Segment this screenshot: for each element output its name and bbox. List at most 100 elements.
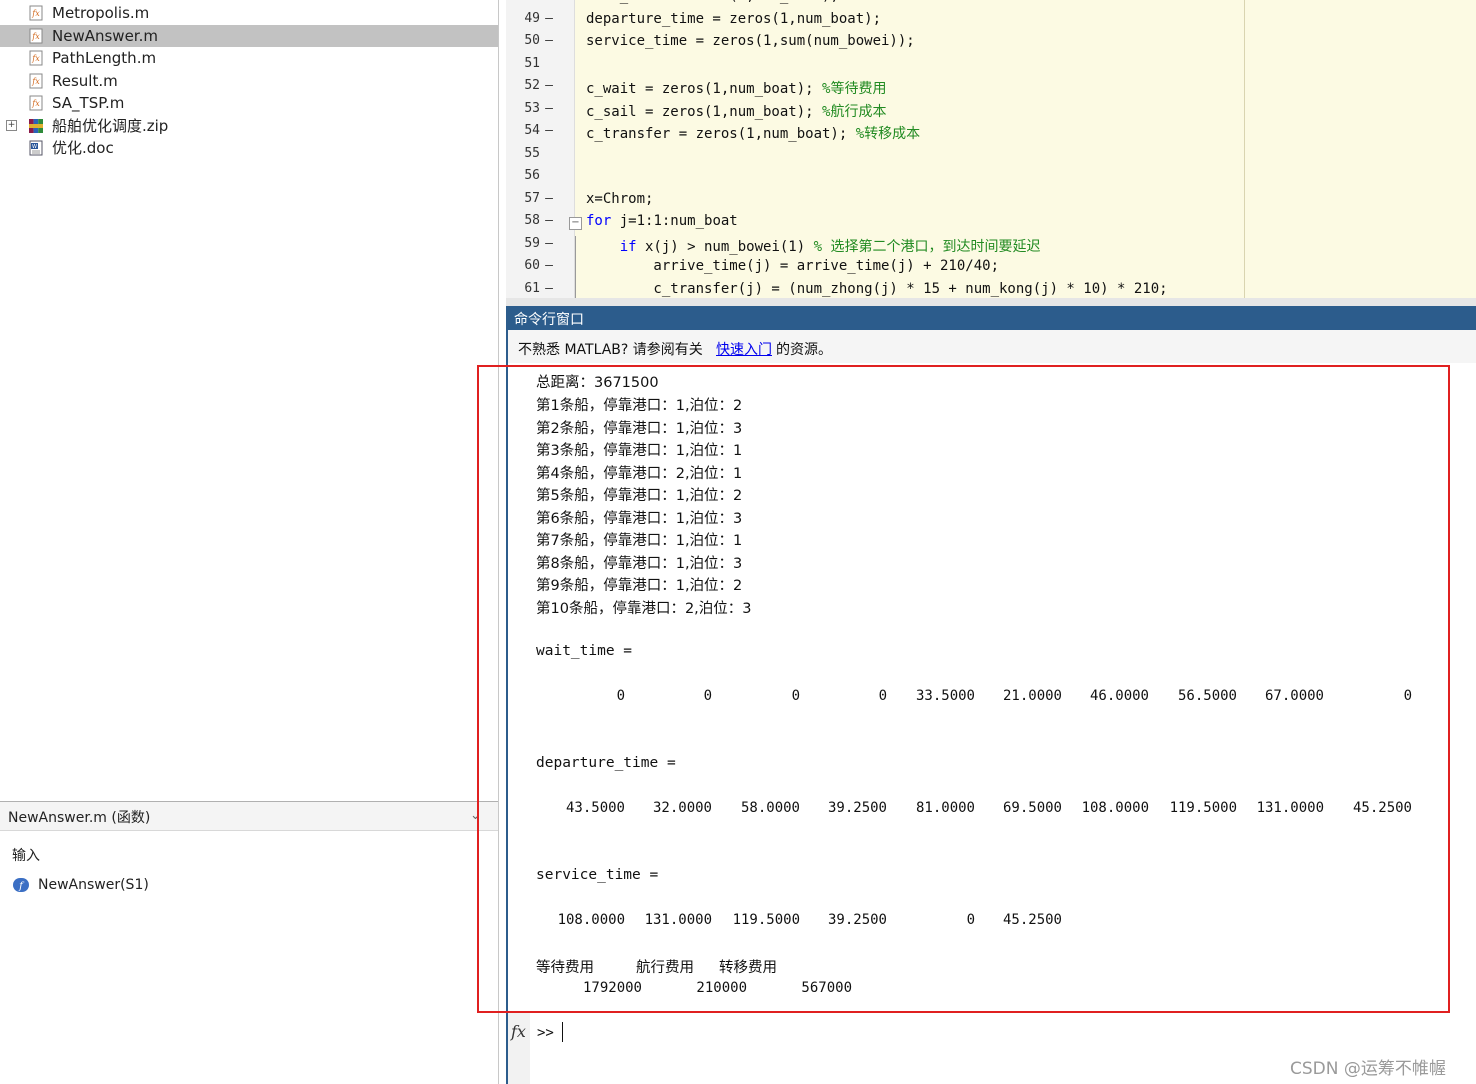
line-number: 51: [524, 55, 540, 71]
line-number: 55: [524, 145, 540, 161]
code-line: c_sail = zeros(1,num_boat); %航行成本: [586, 101, 886, 121]
quick-start-link[interactable]: 快速入门: [716, 339, 772, 359]
fold-guide: [575, 236, 576, 298]
code-editor[interactable]: 48—49—50—5152—53—54—555657—58—59—60—61— …: [506, 0, 1476, 298]
command-prompt: >>: [537, 1025, 554, 1041]
svg-text:W: W: [32, 144, 37, 150]
breakpoint-marker[interactable]: —: [542, 236, 556, 251]
code-text: c_transfer(j) = (num_zhong(j) * 15 + num…: [586, 280, 1168, 297]
command-window-title: 命令行窗口: [514, 312, 584, 328]
code-text: service_time = zeros(1,sum(num_bowei));: [586, 33, 915, 49]
file-name: 船舶优化调度.zip: [52, 117, 169, 135]
line-number: 56: [524, 168, 540, 183]
keyword: if: [619, 238, 637, 255]
file-row[interactable]: fx NewAnswer.m: [0, 25, 498, 47]
text-caret[interactable]: [562, 1022, 563, 1042]
file-row[interactable]: fx Metropolis.m: [0, 2, 498, 24]
svg-text:fx: fx: [31, 54, 40, 63]
line-number: 59: [524, 235, 540, 251]
code-line: c_transfer = zeros(1,num_boat); %转移成本: [586, 123, 920, 143]
code-line: for j=1:1:num_boat: [586, 213, 738, 229]
line-number: 50: [524, 33, 540, 48]
line-number: 60: [524, 258, 540, 273]
notice-prefix: 不熟悉 MATLAB? 请参阅有关: [518, 342, 703, 358]
breakpoint-marker[interactable]: —: [542, 258, 556, 273]
code-line: service_time = zeros(1,sum(num_bowei));: [586, 33, 915, 49]
function-icon: f: [13, 878, 29, 892]
matlab-script-icon: fx: [28, 5, 44, 21]
code-text: arrive_time(j) = arrive_time(j) + 210/40…: [586, 258, 1000, 274]
file-name: 优化.doc: [52, 139, 114, 157]
breakpoint-marker[interactable]: —: [542, 101, 556, 116]
code-line: arrive_time(j) = arrive_time(j) + 210/40…: [586, 258, 999, 274]
code-text: x(j) > num_bowei(1): [636, 238, 814, 255]
right-margin-guide: [1244, 0, 1245, 298]
getting-started-notice: 不熟悉 MATLAB? 请参阅有关 快速入门 的资源。: [506, 330, 1476, 364]
file-row[interactable]: fx PathLength.m: [0, 47, 498, 69]
breakpoint-marker[interactable]: —: [542, 281, 556, 296]
file-row[interactable]: fx SA_TSP.m: [0, 92, 498, 114]
fx-icon[interactable]: fx: [511, 1022, 526, 1041]
breakpoint-marker[interactable]: —: [542, 0, 556, 3]
breakpoint-marker[interactable]: —: [542, 123, 556, 138]
line-number: 54: [524, 123, 540, 138]
keyword: for: [586, 213, 612, 229]
file-row[interactable]: fx Result.m: [0, 70, 498, 92]
comment: % 选择第二个港口，到达时间要延迟: [813, 238, 1041, 255]
word-document-icon: W: [28, 140, 44, 156]
line-number: 49: [524, 10, 540, 26]
code-text: c_wait = zeros(1,num_boat);: [586, 81, 823, 97]
svg-text:fx: fx: [31, 77, 40, 86]
svg-text:fx: fx: [31, 99, 40, 108]
line-number: 48: [506, 0, 540, 3]
panel-splitter[interactable]: [506, 298, 1476, 306]
line-number: 53: [524, 100, 540, 116]
details-title: NewAnswer.m (函数): [8, 810, 151, 826]
breakpoint-marker[interactable]: —: [542, 33, 556, 48]
code-text: departure_time = zeros(1,num_boat);: [586, 10, 882, 27]
breakpoint-marker[interactable]: —: [542, 213, 556, 228]
svg-text:fx: fx: [31, 9, 40, 18]
file-name: Result.m: [52, 72, 118, 90]
code-text: x=Chrom;: [586, 190, 654, 207]
line-number: 61: [524, 280, 540, 296]
code-line: c_wait = zeros(1,num_boat); %等待费用: [586, 78, 886, 98]
breakpoint-marker[interactable]: —: [542, 78, 556, 93]
code-line: x=Chrom;: [586, 191, 653, 207]
matlab-script-icon: fx: [28, 50, 44, 66]
expand-icon[interactable]: +: [6, 120, 17, 131]
file-name: NewAnswer.m: [52, 27, 158, 45]
command-window-titlebar[interactable]: 命令行窗口: [506, 306, 1476, 330]
file-row[interactable]: W 优化.doc: [0, 137, 498, 159]
details-header[interactable]: NewAnswer.m (函数) ⌄: [0, 801, 498, 831]
notice-suffix: 的资源。: [776, 342, 832, 358]
code-text: c_sail = zeros(1,num_boat);: [586, 103, 823, 120]
line-number: 57: [524, 190, 540, 206]
zip-archive-icon: [28, 118, 44, 134]
code-text: c_transfer = zeros(1,num_boat);: [586, 126, 856, 142]
fold-toggle-icon[interactable]: −: [569, 217, 582, 230]
file-name: PathLength.m: [52, 49, 157, 67]
line-number-gutter: 48—49—50—5152—53—54—555657—58—59—60—61—: [506, 0, 575, 298]
line-number: 52: [524, 78, 540, 93]
code-text: wait_time = zeros(1,num_boat);: [586, 0, 839, 4]
matlab-script-icon: fx: [28, 73, 44, 89]
file-name: SA_TSP.m: [52, 94, 125, 112]
matlab-script-icon: fx: [28, 28, 44, 44]
comment: %等待费用: [822, 81, 887, 97]
code-line: departure_time = zeros(1,num_boat);: [586, 11, 881, 27]
line-number: 58: [524, 213, 540, 228]
breakpoint-marker[interactable]: —: [542, 11, 556, 26]
breakpoint-marker[interactable]: —: [542, 191, 556, 206]
highlight-box: [477, 365, 1450, 1013]
matlab-script-icon: fx: [28, 95, 44, 111]
details-input-label: 输入: [12, 848, 40, 864]
function-signature[interactable]: NewAnswer(S1): [38, 877, 149, 893]
code-line: if x(j) > num_bowei(1) % 选择第二个港口，到达时间要延迟: [586, 236, 1041, 256]
watermark: CSDN @运筹不帷幄: [1290, 1059, 1446, 1079]
svg-text:fx: fx: [31, 32, 40, 41]
file-row[interactable]: + 船舶优化调度.zip: [0, 115, 498, 137]
code-text: j=1:1:num_boat: [611, 213, 738, 229]
code-line: wait_time = zeros(1,num_boat);: [586, 0, 839, 4]
